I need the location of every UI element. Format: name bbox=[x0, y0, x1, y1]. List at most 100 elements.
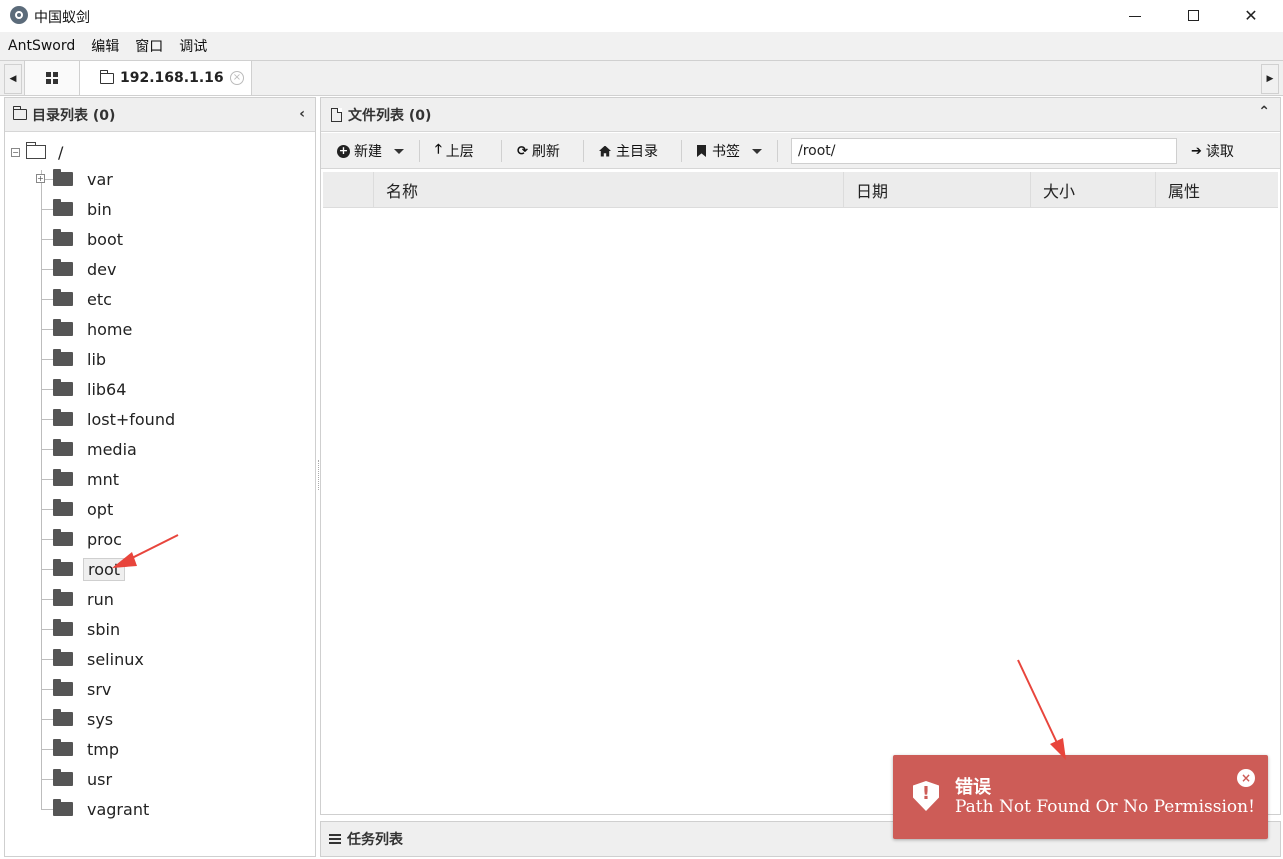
collapse-tree-icon[interactable]: − bbox=[11, 147, 20, 157]
folder-icon bbox=[53, 499, 73, 516]
path-input[interactable] bbox=[791, 138, 1177, 164]
error-toast: 错误 Path Not Found Or No Permission! × bbox=[893, 755, 1268, 839]
chevron-down-icon bbox=[394, 148, 404, 154]
tree-item[interactable]: usr bbox=[37, 764, 116, 794]
minimize-button[interactable] bbox=[1106, 0, 1164, 30]
folder-icon bbox=[53, 619, 73, 636]
home-dir-button[interactable]: 主目录 bbox=[599, 133, 658, 169]
column-name[interactable]: 名称 bbox=[373, 172, 843, 208]
tree-item[interactable]: sys bbox=[37, 704, 117, 734]
expand-tree-icon[interactable]: + bbox=[36, 174, 45, 183]
bookmark-button[interactable]: 书签 bbox=[697, 133, 762, 169]
tree-item-label: opt bbox=[87, 499, 114, 519]
read-button[interactable]: ➔ 读取 bbox=[1191, 133, 1234, 169]
folder-icon bbox=[53, 319, 73, 336]
up-label: 上层 bbox=[445, 144, 474, 160]
tree-item[interactable]: run bbox=[37, 584, 118, 614]
file-toolbar: + 新建 🡑 上层 ⟳ 刷新 主目录 书签 ➔ 读取 bbox=[321, 133, 1280, 169]
tree-item-label: selinux bbox=[87, 649, 144, 669]
menu-edit[interactable]: 编辑 bbox=[91, 36, 119, 56]
maximize-button[interactable] bbox=[1164, 0, 1222, 30]
column-size[interactable]: 大小 bbox=[1030, 172, 1155, 208]
folder-icon bbox=[53, 259, 73, 276]
tree-item[interactable]: dev bbox=[37, 254, 120, 284]
tab-host-label: 192.168.1.16 bbox=[120, 70, 224, 86]
minimize-icon bbox=[1129, 15, 1141, 17]
tree-item-label: lib64 bbox=[87, 379, 127, 399]
folder-icon bbox=[53, 229, 73, 246]
tree-item-label: etc bbox=[87, 289, 112, 309]
tree-item-label: sbin bbox=[87, 619, 121, 639]
tree-item-label: home bbox=[87, 319, 133, 339]
refresh-button[interactable]: ⟳ 刷新 bbox=[517, 133, 560, 169]
shield-alert-icon bbox=[913, 781, 939, 811]
collapse-left-icon[interactable]: ‹ bbox=[299, 106, 305, 122]
tree-root-label: / bbox=[58, 142, 64, 162]
tab-scroll-right-button[interactable]: ▶ bbox=[1261, 64, 1279, 94]
tree-item-label: usr bbox=[87, 769, 113, 789]
tree-item[interactable]: root bbox=[37, 554, 126, 584]
folder-open-icon bbox=[13, 106, 27, 120]
tree-item-label: srv bbox=[87, 679, 112, 699]
tree-item-label: bin bbox=[87, 199, 112, 219]
tree-item[interactable]: lib bbox=[37, 344, 110, 374]
tree-item-label: vagrant bbox=[87, 799, 150, 819]
tree-item[interactable]: selinux bbox=[37, 644, 148, 674]
tree-item[interactable]: lost+found bbox=[37, 404, 179, 434]
tab-close-icon[interactable]: × bbox=[230, 71, 244, 85]
tree-item[interactable]: home bbox=[37, 314, 136, 344]
new-label: 新建 bbox=[354, 144, 382, 160]
column-date[interactable]: 日期 bbox=[843, 172, 1030, 208]
toast-close-icon[interactable]: × bbox=[1237, 769, 1255, 787]
column-attributes[interactable]: 属性 bbox=[1155, 172, 1278, 208]
select-all-column[interactable] bbox=[323, 172, 373, 208]
file-panel: 文件列表 (0) ⌃ + 新建 🡑 上层 ⟳ 刷新 主目录 书签 /root/ … bbox=[320, 97, 1281, 815]
tree-item[interactable]: lib64 bbox=[37, 374, 130, 404]
menu-debug[interactable]: 调试 bbox=[179, 36, 207, 56]
tree-root[interactable]: − / bbox=[11, 142, 63, 162]
file-grid-header: 名称 日期 大小 属性 bbox=[323, 172, 1278, 208]
tree-item[interactable]: + var bbox=[36, 164, 117, 194]
tab-scroll-left-button[interactable]: ◀ bbox=[4, 64, 22, 94]
refresh-label: 刷新 bbox=[531, 144, 560, 160]
tree-item[interactable]: media bbox=[37, 434, 141, 464]
tree-item[interactable]: srv bbox=[37, 674, 115, 704]
directory-panel-title: 目录列表 (0) bbox=[32, 107, 116, 124]
up-button[interactable]: 🡑 上层 bbox=[435, 133, 474, 169]
file-icon bbox=[331, 107, 342, 122]
tree-item[interactable]: opt bbox=[37, 494, 117, 524]
chevron-up-icon[interactable]: ⌃ bbox=[1258, 104, 1270, 120]
menu-antsword[interactable]: AntSword bbox=[8, 38, 75, 54]
menu-window[interactable]: 窗口 bbox=[135, 36, 163, 56]
tree-item[interactable]: proc bbox=[37, 524, 126, 554]
tree-item[interactable]: sbin bbox=[37, 614, 124, 644]
tree-item[interactable]: boot bbox=[37, 224, 127, 254]
tree-item-label: dev bbox=[87, 259, 117, 279]
folder-icon bbox=[53, 799, 73, 816]
folder-open-icon bbox=[26, 142, 46, 159]
tab-home[interactable] bbox=[24, 61, 80, 95]
tree-item-label: lib bbox=[87, 349, 107, 369]
close-window-button[interactable]: ✕ bbox=[1222, 0, 1280, 30]
bookmark-label: 书签 bbox=[712, 144, 740, 160]
tree-item[interactable]: tmp bbox=[37, 734, 123, 764]
home-icon bbox=[599, 145, 611, 157]
tree-item-label: boot bbox=[87, 229, 124, 249]
folder-open-icon bbox=[100, 69, 114, 84]
tree-item[interactable]: mnt bbox=[37, 464, 123, 494]
tree-item-label: media bbox=[87, 439, 137, 459]
arrow-right-icon: ➔ bbox=[1191, 143, 1202, 159]
tree-item[interactable]: bin bbox=[37, 194, 116, 224]
tree-item[interactable]: vagrant bbox=[37, 794, 153, 824]
list-icon bbox=[329, 834, 341, 844]
folder-icon bbox=[53, 709, 73, 726]
tree-item[interactable]: etc bbox=[37, 284, 116, 314]
tab-host[interactable]: 192.168.1.16 × bbox=[80, 61, 252, 95]
window-title: 中国蚁剑 bbox=[34, 10, 90, 26]
folder-icon bbox=[53, 199, 73, 216]
folder-icon bbox=[53, 649, 73, 666]
folder-icon bbox=[53, 529, 73, 546]
bookmark-icon bbox=[697, 145, 706, 157]
refresh-icon: ⟳ bbox=[517, 143, 528, 159]
new-button[interactable]: + 新建 bbox=[337, 133, 404, 169]
